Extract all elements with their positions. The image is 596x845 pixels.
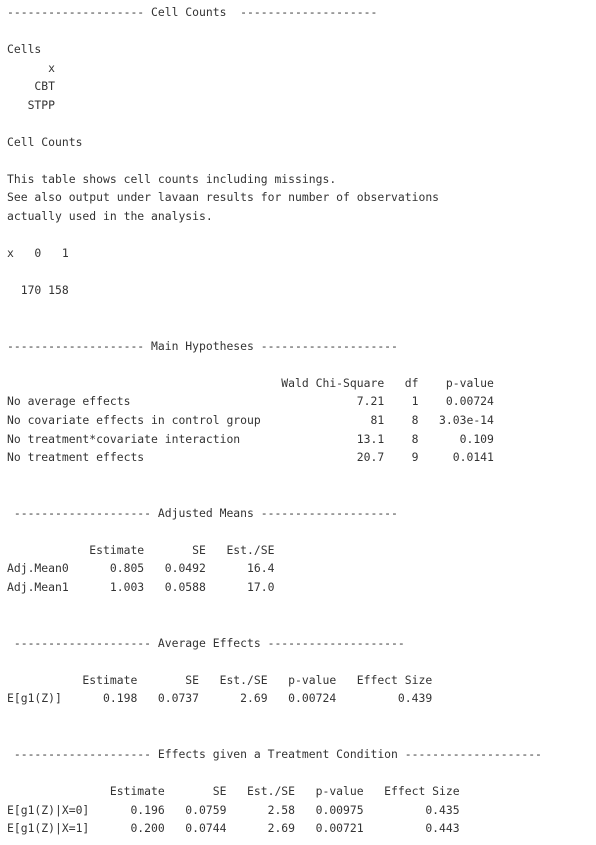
output-line: This table shows cell counts including m… bbox=[7, 171, 337, 186]
output-line: Cell Counts bbox=[7, 134, 83, 149]
output-line: -------------------- Main Hypotheses ---… bbox=[7, 338, 398, 353]
output-line: No treatment*covariate interaction 13.1 … bbox=[7, 431, 494, 446]
output-line: Wald Chi-Square df p-value bbox=[7, 375, 494, 390]
output-line: No average effects 7.21 1 0.00724 bbox=[7, 394, 494, 409]
output-line: -------------------- Effects given a Tre… bbox=[7, 746, 542, 761]
output-line: Adj.Mean0 0.805 0.0492 16.4 bbox=[7, 561, 275, 576]
output-line: x bbox=[7, 60, 56, 75]
output-line: -------------------- Adjusted Means ----… bbox=[7, 505, 398, 520]
output-line: CBT bbox=[7, 79, 56, 94]
output-line: actually used in the analysis. bbox=[7, 209, 213, 224]
output-line: Estimate SE Est./SE p-value Effect Size bbox=[7, 783, 460, 798]
output-line: 170 158 bbox=[7, 283, 69, 298]
output-line: E[g1(Z)] 0.198 0.0737 2.69 0.00724 0.439 bbox=[7, 691, 433, 706]
output-line: E[g1(Z)|X=1] 0.200 0.0744 2.69 0.00721 0… bbox=[7, 821, 460, 836]
output-line: -------------------- Cell Counts -------… bbox=[7, 5, 378, 19]
output-line: Estimate SE Est./SE bbox=[7, 542, 275, 557]
output-line: STPP bbox=[7, 97, 56, 112]
output-line: Cells bbox=[7, 42, 42, 57]
output-line: Adj.Mean1 1.003 0.0588 17.0 bbox=[7, 579, 275, 594]
output-line: No treatment effects 20.7 9 0.0141 bbox=[7, 450, 494, 465]
output-line: See also output under lavaan results for… bbox=[7, 190, 440, 205]
console-output: -------------------- Cell Counts -------… bbox=[0, 0, 596, 838]
output-line: x 0 1 bbox=[7, 246, 69, 261]
output-line: No covariate effects in control group 81… bbox=[7, 413, 494, 428]
output-line: Estimate SE Est./SE p-value Effect Size bbox=[7, 672, 433, 687]
output-line: E[g1(Z)|X=0] 0.196 0.0759 2.58 0.00975 0… bbox=[7, 802, 460, 817]
output-line: -------------------- Average Effects ---… bbox=[7, 635, 405, 650]
